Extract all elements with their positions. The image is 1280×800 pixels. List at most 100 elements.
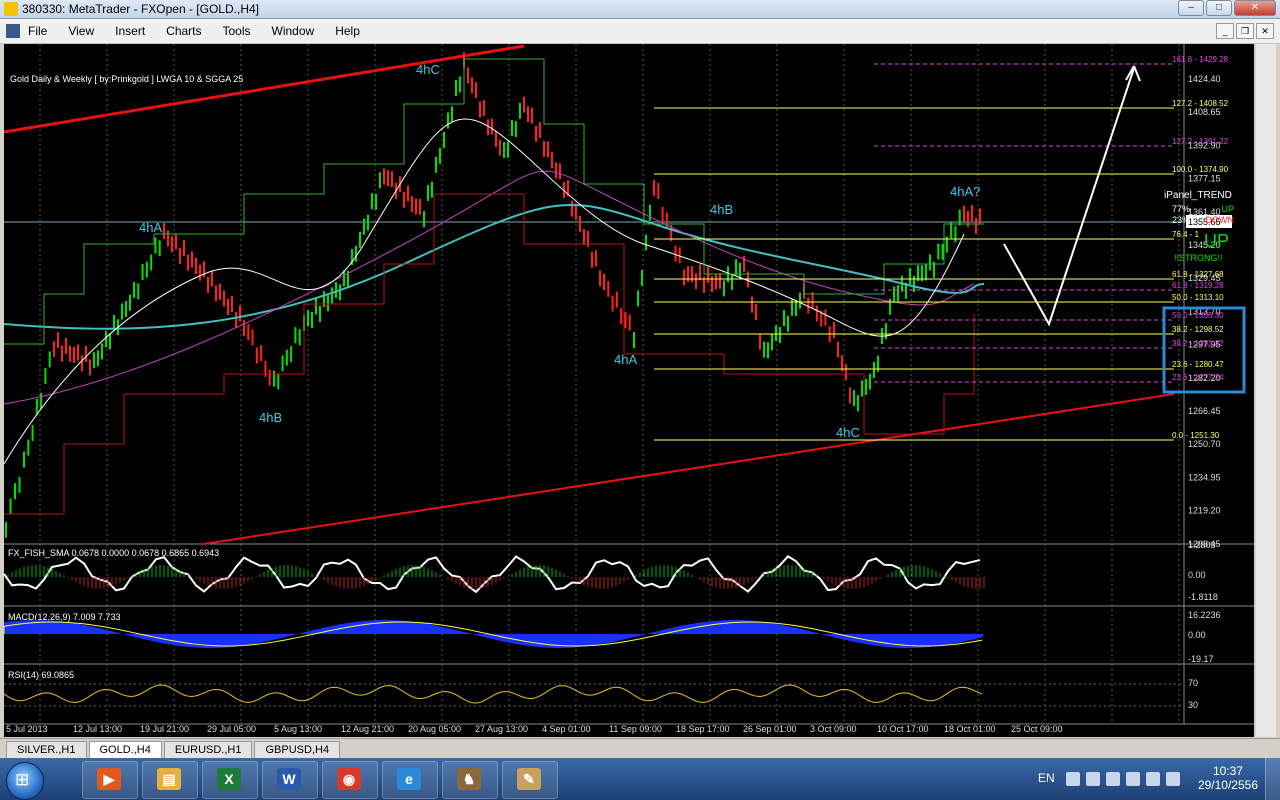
volume-tray-icon[interactable] — [1146, 772, 1160, 786]
language-indicator[interactable]: EN — [1038, 771, 1055, 785]
macd-axis-label: 16.2236 — [1188, 610, 1221, 620]
fisher-axis-label: 1.2803 — [1188, 540, 1216, 550]
menu-insert[interactable]: Insert — [115, 24, 145, 38]
window-title: 380330: MetaTrader - FXOpen - [GOLD.,H4] — [22, 2, 259, 16]
taskbar-clock[interactable]: 10:37 29/10/2556 — [1198, 764, 1258, 792]
fisher-indicator-label: FX_FISH_SMA 0.0678 0.0000 0.0678 0.6865 … — [8, 548, 219, 558]
time-axis-label: 25 Oct 09:00 — [1011, 724, 1063, 734]
fisher-axis-label: 0.00 — [1188, 570, 1206, 580]
menu-file[interactable]: File — [28, 24, 47, 38]
ipanel-up-percent: 77% — [1172, 204, 1190, 214]
folder-icon: ▤ — [157, 768, 181, 790]
menu-help[interactable]: Help — [335, 24, 360, 38]
price-axis-label: 1234.95 — [1188, 472, 1221, 482]
show-desktop-button[interactable] — [1265, 758, 1280, 800]
rsi-indicator-label: RSI(14) 69.0865 — [8, 670, 74, 680]
chart-close-button[interactable]: ✕ — [1256, 23, 1274, 39]
price-chart[interactable]: 1424.401408.651392.901377.151361.401345.… — [4, 44, 1254, 737]
taskbar-excel-button[interactable]: X — [202, 761, 258, 799]
fib-magenta-label: 127.2 - 1391.22 — [1172, 137, 1229, 146]
menu-view[interactable]: View — [68, 24, 94, 38]
menu-bar: File View Insert Charts Tools Window Help _ ❐ … — [0, 19, 1280, 44]
wave-label: 4hC — [836, 425, 860, 440]
fib-yellow-label: 61.8 - 1327.68 — [1172, 270, 1224, 279]
minimize-button[interactable]: – — [1178, 0, 1204, 16]
chart-minimize-button[interactable]: _ — [1216, 23, 1234, 39]
time-axis-label: 5 Aug 13:00 — [274, 724, 322, 734]
metatrader-icon: ♞ — [457, 768, 481, 790]
menu-window[interactable]: Window — [272, 24, 315, 38]
metatrader-app-icon — [4, 2, 18, 16]
taskbar-word-button[interactable]: W — [262, 761, 318, 799]
media-icon: ▶ — [97, 768, 121, 790]
price-axis-label: 1408.65 — [1188, 107, 1221, 117]
chart-caption: Gold Daily & Weekly [ by:Prinkgold ] LWG… — [10, 74, 243, 84]
document-icon[interactable] — [6, 24, 20, 38]
taskbar-ie-button[interactable]: e — [382, 761, 438, 799]
clock-time: 10:37 — [1212, 764, 1243, 778]
maximize-button[interactable]: □ — [1206, 0, 1232, 16]
time-axis-label: 26 Sep 01:00 — [743, 724, 797, 734]
system-tray: EN 10:37 29/10/2556 — [1030, 758, 1280, 800]
lower-envelope — [4, 193, 975, 515]
macd-axis-label: -19.17 — [1188, 654, 1214, 664]
chart-tab[interactable]: GBPUSD,H4 — [254, 741, 341, 759]
taskbar-folder-button[interactable]: ▤ — [142, 761, 198, 799]
time-axis-label: 12 Jul 13:00 — [73, 724, 122, 734]
time-axis-label: 12 Aug 21:00 — [341, 724, 394, 734]
time-axis-label: 29 Jul 05:00 — [207, 724, 256, 734]
chart-window[interactable]: 1424.40 1408.65 1392.90 1377.15 1361.40 1345.… — [4, 44, 1254, 737]
chrome-icon: ◉ — [337, 768, 361, 790]
start-button[interactable]: ⊞ — [6, 762, 44, 800]
window-titlebar[interactable]: 380330: MetaTrader - FXOpen - [GOLD.,H4]… — [0, 0, 1280, 19]
ipanel-up-label: UP — [1221, 204, 1234, 214]
ipanel-down-percent: 23% — [1172, 215, 1190, 225]
flag-tray-icon[interactable] — [1126, 772, 1140, 786]
fib-magenta-label: 23.6 - 1277.24 — [1172, 373, 1224, 382]
price-axis-label: 1266.45 — [1188, 406, 1221, 416]
price-axis-label: 1250.70 — [1188, 439, 1221, 449]
time-axis-label: 27 Aug 13:00 — [475, 724, 528, 734]
chart-tab[interactable]: SILVER.,H1 — [6, 741, 87, 759]
taskbar-paint-button[interactable]: ✎ — [502, 761, 558, 799]
wave-label: 4hA? — [950, 184, 980, 199]
wave-label: 4hB — [710, 202, 733, 217]
windows-logo-icon: ⊞ — [15, 770, 30, 789]
fib-yellow-label: 50.0 - 1313.10 — [1172, 293, 1224, 302]
time-axis-label: 20 Aug 05:00 — [408, 724, 461, 734]
taskbar-chrome-button[interactable]: ◉ — [322, 761, 378, 799]
fast-moving-average — [4, 118, 965, 465]
price-axis-label: 1377.15 — [1188, 174, 1221, 184]
chart-tab[interactable]: GOLD.,H4 — [88, 741, 162, 759]
taskbar-metatrader-button[interactable]: ♞ — [442, 761, 498, 799]
signal-tray-icon[interactable] — [1166, 772, 1180, 786]
excel-icon: X — [217, 768, 241, 790]
windows-taskbar: ⊞ ▶ ▤ X W ◉ e ♞ ✎ EN 10:37 29/10/2556 — [0, 758, 1280, 800]
shield-tray-icon[interactable] — [1086, 772, 1100, 786]
time-axis-label: 10 Oct 17:00 — [877, 724, 929, 734]
ipanel-direction: UP — [1204, 231, 1229, 251]
time-axis-label: 19 Jul 21:00 — [140, 724, 189, 734]
network-tray-icon[interactable] — [1106, 772, 1120, 786]
vertical-scrollbar[interactable] — [1256, 44, 1276, 737]
forecast-path — [1003, 67, 1135, 327]
macd-signal-line — [4, 621, 983, 647]
time-axis-label: 3 Oct 09:00 — [810, 724, 857, 734]
chart-restore-button[interactable]: ❐ — [1236, 23, 1254, 39]
menu-charts[interactable]: Charts — [166, 24, 201, 38]
fib-yellow-label: 76.4 - 1 — [1172, 230, 1200, 239]
upper-envelope — [4, 58, 984, 345]
time-axis-label: 18 Sep 17:00 — [676, 724, 730, 734]
fib-magenta-label: 38.2 - 1293.32 — [1172, 339, 1224, 348]
ipanel-down-label: DOWN — [1206, 215, 1235, 225]
wave-label: 4hB — [259, 410, 282, 425]
help-tray-icon[interactable] — [1066, 772, 1080, 786]
price-axis-label: 1219.20 — [1188, 506, 1221, 516]
fib-yellow-label: 0.0 - 1251.30 — [1172, 431, 1220, 440]
taskbar-media-button[interactable]: ▶ — [82, 761, 138, 799]
menu-tools[interactable]: Tools — [223, 24, 251, 38]
word-icon: W — [277, 768, 301, 790]
close-button[interactable]: ✕ — [1234, 0, 1276, 16]
chart-tab[interactable]: EURUSD.,H1 — [163, 741, 253, 759]
time-axis-label: 5 Jul 2013 — [6, 724, 48, 734]
